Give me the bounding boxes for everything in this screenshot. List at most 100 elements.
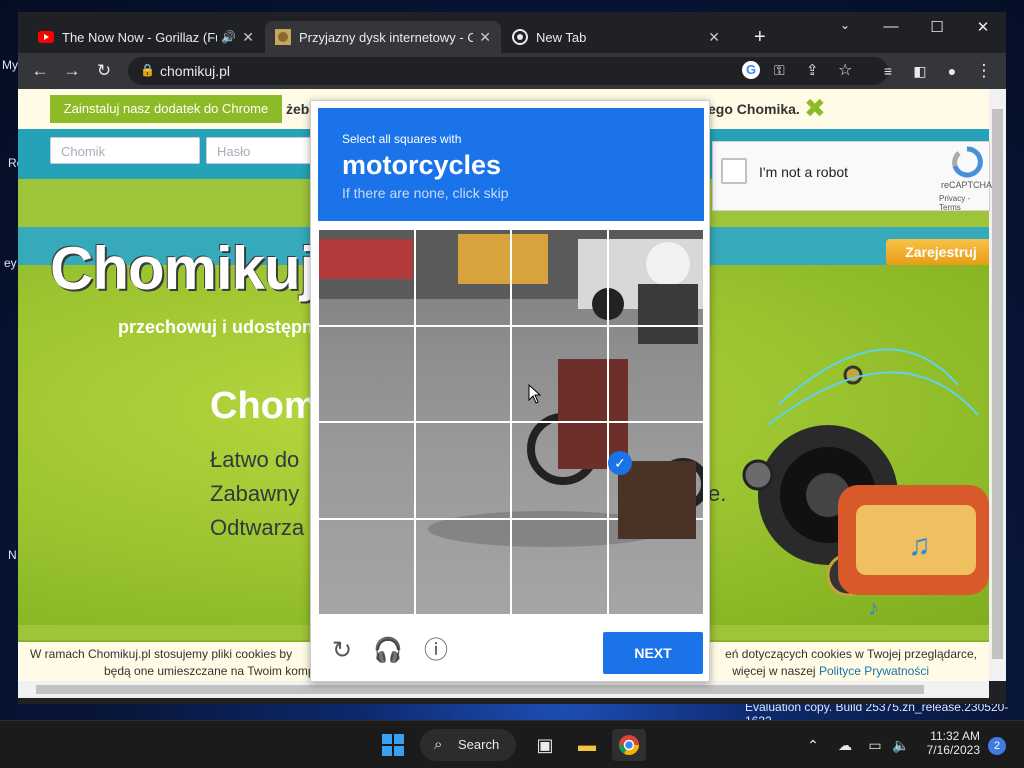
audio-challenge-icon[interactable]: 🎧 [373,636,403,666]
side-panel-icon[interactable]: ◧ [908,59,932,83]
login-input[interactable]: Chomik [50,137,200,164]
scrollbar-thumb[interactable] [36,685,924,694]
close-window-button[interactable]: ✕ [960,18,1006,36]
chrome-taskbar-icon[interactable] [612,729,646,761]
desktop-icon-label[interactable]: My [2,58,18,72]
speaker-icon[interactable]: 🔊 [221,30,236,44]
bookmark-star-icon[interactable]: ☆ [838,60,852,80]
new-tab-button[interactable]: + [744,22,774,52]
challenge-tile[interactable] [414,325,511,422]
close-tab-icon[interactable]: ✕ [708,29,720,46]
browser-toolbar: ← → ↻ 🔒 chomikuj.pl G ⚿ ⇪ ☆ ≡ ◧ ● ⋮ [18,53,1006,89]
challenge-hint: If there are none, click skip [342,185,509,201]
challenge-header: Select all squares with motorcycles If t… [318,108,704,221]
tab-chomikuj[interactable]: Przyjazny dysk internetowy - Chomikuj.pl… [265,21,501,53]
chevron-up-icon[interactable]: ⌃ [796,729,830,761]
install-addon-button[interactable]: Zainstaluj nasz dodatek do Chrome [50,95,282,123]
tab-title: The Now Now - Gorillaz (Full [62,29,218,45]
challenge-tile[interactable] [414,422,511,519]
challenge-image-grid: ✓ [318,229,704,615]
maximize-button[interactable]: ☐ [914,18,960,36]
recaptcha-legal[interactable]: Privacy - Terms [939,194,989,212]
recaptcha-logo-icon [952,146,983,178]
checkmark-icon: ✓ [608,451,632,475]
tab-youtube[interactable]: The Now Now - Gorillaz (Full 🔊 ✕ [28,22,264,52]
recaptcha-brand: reCAPTCHA [941,180,993,190]
hero-line: Zabawny [210,481,300,506]
system-clock[interactable]: 11:32 AM 7/16/2023 [908,729,980,757]
tab-title: New Tab [536,29,587,45]
challenge-tile[interactable] [607,229,704,326]
tab-new-tab[interactable]: New Tab ✕ [502,22,730,52]
address-bar[interactable]: 🔒 chomikuj.pl G ⚿ ⇪ ☆ [128,57,888,85]
menu-kebab-icon[interactable]: ⋮ [972,59,996,83]
close-banner-icon[interactable]: ✖ [804,93,826,124]
desktop-icon-label[interactable]: ey [4,256,17,270]
forward-arrow-icon[interactable]: → [60,59,84,83]
password-input[interactable]: Hasło [206,137,316,164]
challenge-tile[interactable] [414,229,511,326]
close-tab-icon[interactable]: ✕ [242,29,254,46]
challenge-tile[interactable] [511,422,608,519]
lock-icon[interactable]: 🔒 [140,63,155,77]
challenge-tile[interactable] [511,518,608,615]
challenge-tile[interactable] [511,229,608,326]
profile-icon[interactable]: ● [940,59,964,83]
search-icon: ⌕ [434,736,443,753]
challenge-tile[interactable] [318,325,415,422]
chrome-icon [512,29,528,45]
task-view-icon[interactable]: ▣ [528,729,562,761]
close-tab-icon[interactable]: ✕ [479,29,491,46]
svg-text:♫: ♫ [908,529,931,562]
desktop-icon-label[interactable]: N [8,548,17,562]
mouse-cursor-icon [528,384,542,404]
addon-banner-text: ego Chomika. [708,101,800,117]
challenge-tile[interactable] [318,518,415,615]
key-icon[interactable]: ⚿ [774,62,785,79]
challenge-target: motorcycles [342,150,502,180]
youtube-icon [38,31,54,43]
recaptcha-challenge: Select all squares with motorcycles If t… [310,100,710,682]
chomikuj-icon [275,29,291,45]
challenge-tile[interactable] [318,422,415,519]
horizontal-scrollbar[interactable] [18,681,989,698]
next-button[interactable]: NEXT [603,632,703,674]
info-icon[interactable]: ⓘ [421,636,451,666]
reload-icon[interactable]: ↻ [92,59,116,83]
clock-time: 11:32 AM [930,729,980,743]
scrollbar-thumb[interactable] [992,109,1003,659]
register-button[interactable]: Zarejestruj [886,239,989,266]
vertical-scrollbar[interactable] [989,89,1006,681]
windows-start-icon[interactable] [376,729,410,761]
hero-line: Odtwarza [210,515,305,540]
file-explorer-icon[interactable]: ▬ [570,729,604,761]
not-robot-checkbox[interactable] [721,158,747,184]
challenge-tile[interactable] [511,325,608,422]
challenge-tile[interactable] [318,229,415,326]
search-label: Search [458,737,500,752]
challenge-tile[interactable] [414,518,511,615]
cookie-text: W ramach Chomikuj.pl stosujemy pliki coo… [30,647,293,661]
back-arrow-icon[interactable]: ← [28,59,52,83]
tab-search-icon[interactable]: ⌄ [822,18,868,32]
media-controls-icon[interactable]: ≡ [876,59,900,83]
hero-title: Chom [210,385,318,427]
notification-badge[interactable]: 2 [988,737,1006,755]
challenge-tile[interactable] [607,325,704,422]
share-icon[interactable]: ⇪ [806,61,819,79]
cookie-text: będą one umieszczane na Twoim kompu [104,664,322,678]
network-icon[interactable]: ☁ [828,729,862,761]
clock-date: 7/16/2023 [926,743,980,757]
speaker-illustration: ♫ ♪ [742,348,989,620]
privacy-policy-link[interactable]: Polityce Prywatności [819,664,929,678]
brand-logo-text: Chomikuj. [50,235,332,302]
tagline: przechowuj i udostępni [118,317,319,337]
tab-title: Przyjazny dysk internetowy - Chomikuj.pl [299,29,474,45]
google-lens-icon[interactable]: G [742,61,760,79]
minimize-button[interactable]: — [868,18,914,35]
cookie-text: eń dotyczących cookies w Twojej przegląd… [725,647,977,661]
taskbar-search[interactable]: ⌕ Search [420,729,516,761]
addon-banner-text: żeb [286,101,310,117]
selected-tile-image[interactable]: ✓ [608,451,696,539]
reload-challenge-icon[interactable]: ↻ [327,636,357,666]
